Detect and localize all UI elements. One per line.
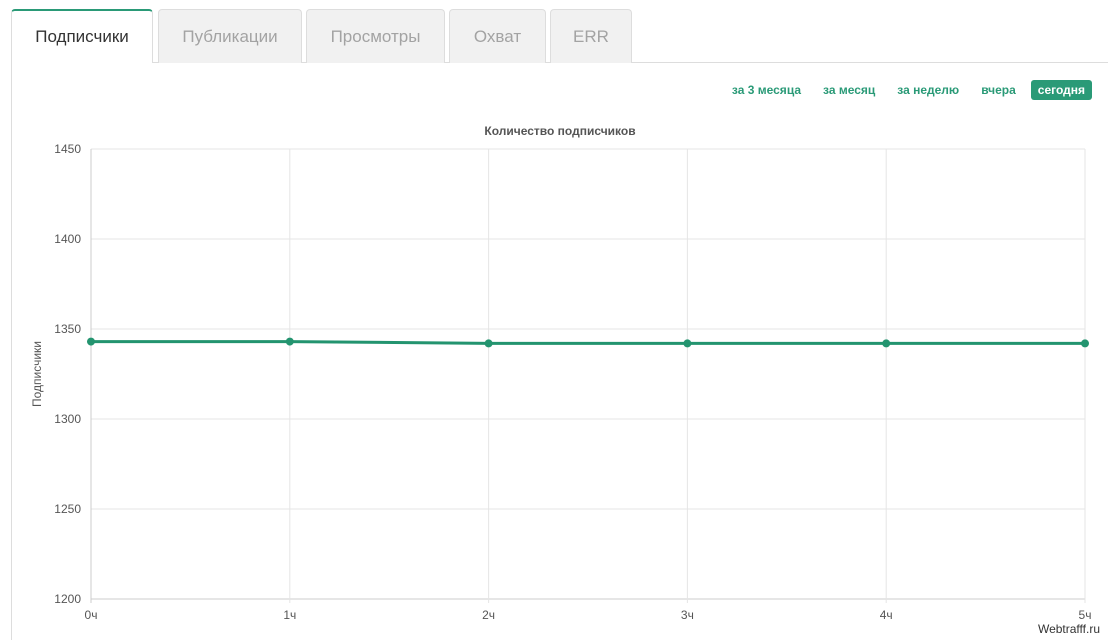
- watermark: Webtrafff.ru: [1037, 622, 1100, 636]
- x-tick-label: 4ч: [880, 608, 893, 622]
- y-tick-label: 1200: [54, 592, 81, 606]
- y-axis-label: Подписчики: [30, 341, 44, 407]
- data-point: [882, 339, 891, 348]
- data-point: [484, 339, 493, 348]
- data-point: [1081, 339, 1089, 348]
- x-tick-label: 1ч: [283, 608, 296, 622]
- y-tick-label: 1250: [54, 502, 81, 516]
- x-tick-label: 5ч: [1079, 608, 1092, 622]
- tab-subscribers[interactable]: Подписчики: [11, 9, 153, 63]
- y-tick-label: 1300: [54, 412, 81, 426]
- y-tick-label: 1400: [54, 232, 81, 246]
- x-tick-label: 0ч: [85, 608, 98, 622]
- x-tick-label: 3ч: [681, 608, 694, 622]
- data-point: [683, 339, 692, 348]
- x-tick-label: 2ч: [482, 608, 495, 622]
- subscribers-line-chart: Количество подписчиков Подписчики 1200 12…: [30, 124, 1092, 622]
- series-line: [91, 340, 1085, 345]
- data-point: [285, 337, 294, 346]
- chart-title: Количество подписчиков: [484, 124, 635, 138]
- data-point: [87, 337, 95, 346]
- y-tick-label: 1350: [54, 322, 81, 336]
- y-tick-label: 1450: [54, 142, 81, 156]
